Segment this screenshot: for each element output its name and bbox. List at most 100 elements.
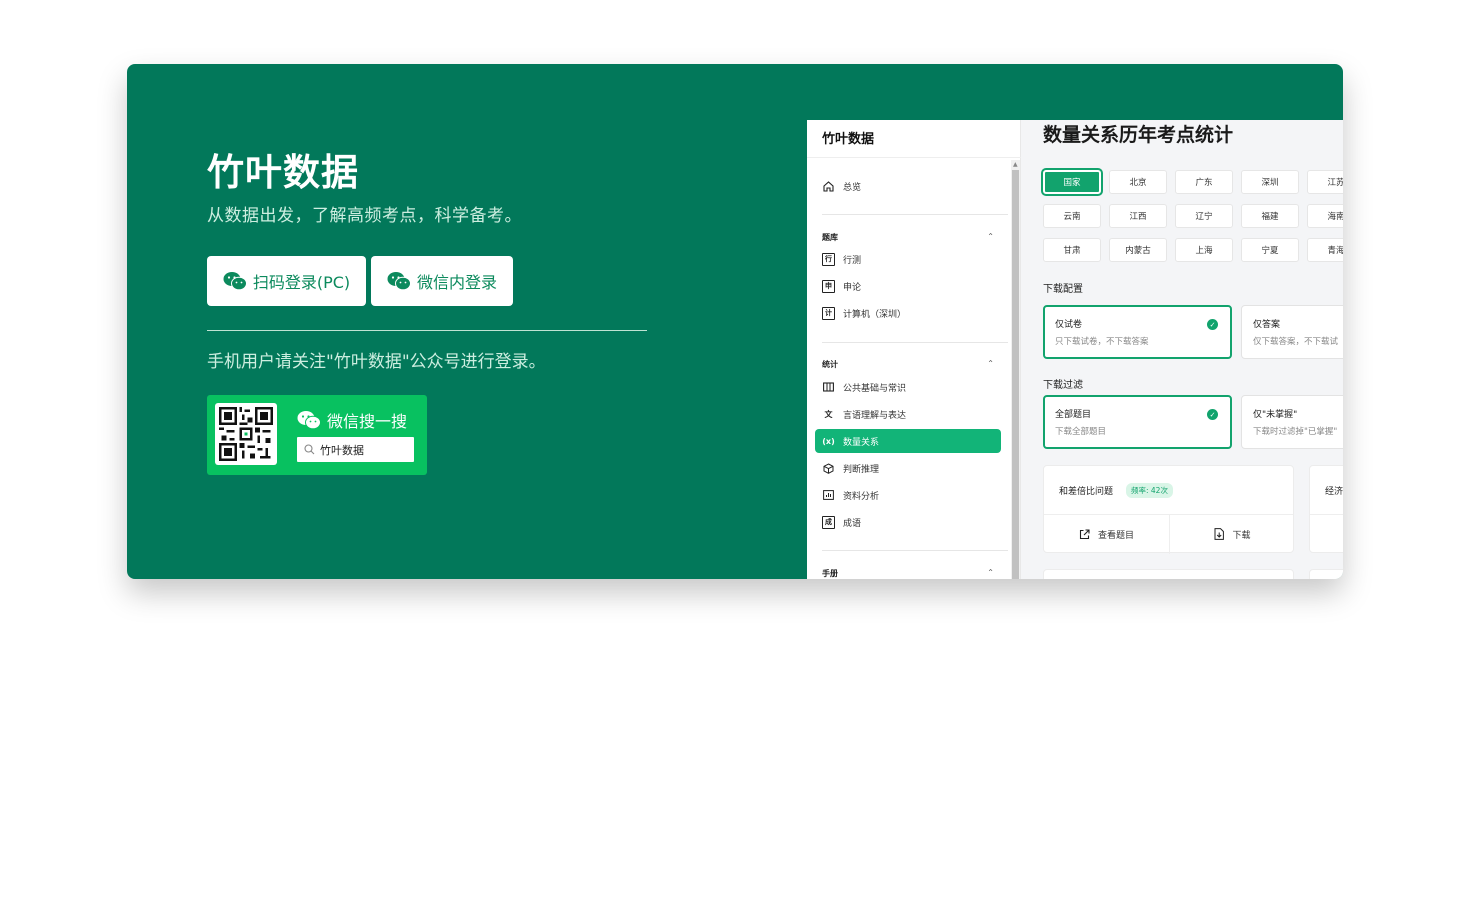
nav-bank-0[interactable]: 行 行测 bbox=[815, 247, 1001, 271]
nav-label: 成语 bbox=[843, 518, 862, 529]
topic-name: 和差倍比问题 bbox=[1059, 487, 1114, 497]
wechat-search-title: 微信搜一搜 bbox=[297, 408, 407, 432]
preview-sidebar: 竹叶数据 ▲ 总览 题库 ⌃ 行 行测 申 申论 计 计算机（深圳） 统计 ⌃ … bbox=[807, 120, 1021, 579]
wechat-search-query: 竹叶数据 bbox=[320, 443, 364, 457]
check-icon: ✓ bbox=[1207, 409, 1218, 420]
section-label: 手册 bbox=[822, 569, 838, 578]
region-chip[interactable]: 海南 bbox=[1307, 204, 1343, 228]
wechat-login-button[interactable]: 微信内登录 bbox=[371, 256, 513, 306]
nav-stats-1[interactable]: 文 言语理解与表达 bbox=[815, 402, 1001, 426]
external-link-icon bbox=[1079, 528, 1090, 539]
scroll-up-icon: ▲ bbox=[1013, 161, 1018, 168]
nav-label: 计算机（深圳） bbox=[843, 309, 907, 320]
download-config-label: 下载配置 bbox=[1043, 284, 1083, 295]
wechat-search-card: 微信搜一搜 竹叶数据 bbox=[207, 395, 427, 475]
scrollbar-thumb[interactable] bbox=[1012, 170, 1019, 579]
chevron-up-icon: ⌃ bbox=[987, 232, 994, 241]
option-desc: 下载时过滤掉"已掌握" bbox=[1253, 427, 1338, 437]
download-file-icon bbox=[1214, 528, 1225, 540]
region-chip[interactable]: 国家 bbox=[1043, 170, 1101, 194]
divider bbox=[822, 342, 1008, 343]
divider bbox=[822, 550, 1008, 551]
section-label: 统计 bbox=[822, 360, 838, 369]
divider bbox=[822, 214, 1008, 215]
translate-icon: 文 bbox=[824, 409, 833, 419]
nav-bank-1[interactable]: 申 申论 bbox=[815, 274, 1001, 298]
config-option-paper[interactable]: 仅试卷 只下载试卷，不下载答案 ✓ bbox=[1043, 305, 1232, 359]
nav-label: 判断推理 bbox=[843, 464, 880, 475]
nav-label: 数量关系 bbox=[843, 437, 880, 448]
columns-icon bbox=[822, 381, 835, 394]
home-icon bbox=[822, 180, 835, 193]
topic-card bbox=[1043, 569, 1294, 579]
cube-icon bbox=[822, 462, 835, 475]
nav-stats-3[interactable]: 判断推理 bbox=[815, 456, 1001, 480]
region-chip[interactable]: 福建 bbox=[1241, 204, 1299, 228]
filter-option-all[interactable]: 全部题目 下载全部题目 ✓ bbox=[1043, 395, 1232, 449]
section-bank[interactable]: 题库 ⌃ bbox=[822, 232, 994, 243]
sidebar-scrollbar[interactable]: ▲ bbox=[1011, 160, 1020, 579]
nav-bank-2[interactable]: 计 计算机（深圳） bbox=[815, 301, 1001, 325]
option-title: 仅试卷 bbox=[1055, 320, 1083, 330]
option-desc: 只下载试卷，不下载答案 bbox=[1055, 337, 1149, 347]
nav-label: 总览 bbox=[843, 182, 862, 193]
idiom-icon: 成 bbox=[822, 515, 835, 529]
nav-stats-0[interactable]: 公共基础与常识 bbox=[815, 375, 1001, 399]
nav-stats-2[interactable]: (x) 数量关系 bbox=[815, 429, 1001, 453]
qr-code bbox=[215, 403, 277, 465]
download-button[interactable]: 下载 bbox=[1170, 514, 1295, 554]
check-icon: ✓ bbox=[1207, 319, 1218, 330]
nav-stats-4[interactable]: 资料分析 bbox=[815, 483, 1001, 507]
preview-logo: 竹叶数据 bbox=[822, 132, 875, 147]
nav-overview[interactable]: 总览 bbox=[815, 174, 1001, 198]
divider bbox=[207, 330, 647, 331]
scan-login-button[interactable]: 扫码登录(PC) bbox=[207, 256, 366, 306]
wechat-icon bbox=[387, 272, 411, 291]
option-title: 全部题目 bbox=[1055, 410, 1092, 420]
option-title: 仅答案 bbox=[1253, 320, 1281, 330]
nav-label: 言语理解与表达 bbox=[843, 410, 907, 421]
bank-icon: 申 bbox=[822, 279, 835, 293]
region-chip[interactable]: 青海 bbox=[1307, 238, 1343, 262]
region-chip[interactable]: 甘肃 bbox=[1043, 238, 1101, 262]
region-chip[interactable]: 深圳 bbox=[1241, 170, 1299, 194]
variable-icon: (x) bbox=[822, 436, 835, 446]
bank-icon: 计 bbox=[822, 306, 835, 320]
nav-label: 公共基础与常识 bbox=[843, 383, 907, 394]
region-chip[interactable]: 江西 bbox=[1109, 204, 1167, 228]
region-chip[interactable]: 云南 bbox=[1043, 204, 1101, 228]
chevron-up-icon: ⌃ bbox=[987, 359, 994, 368]
region-chip[interactable]: 江苏 bbox=[1307, 170, 1343, 194]
region-chip[interactable]: 内蒙古 bbox=[1109, 238, 1167, 262]
nav-label: 行测 bbox=[843, 255, 862, 266]
bank-icon: 行 bbox=[822, 252, 835, 266]
region-chip[interactable]: 北京 bbox=[1109, 170, 1167, 194]
region-chip[interactable]: 上海 bbox=[1175, 238, 1233, 262]
option-desc: 下载全部题目 bbox=[1055, 427, 1107, 437]
nav-label: 资料分析 bbox=[843, 491, 880, 502]
section-stats[interactable]: 统计 ⌃ bbox=[822, 359, 994, 370]
wechat-search-box: 竹叶数据 bbox=[297, 437, 414, 462]
filter-option-unmastered[interactable]: 仅"未掌握" 下载时过滤掉"已掌握" bbox=[1241, 395, 1343, 449]
view-questions-button[interactable]: 查看题目 bbox=[1044, 514, 1169, 554]
search-icon bbox=[304, 444, 315, 455]
topic-card: 和差倍比问题 频率: 42次 查看题目 下载 bbox=[1043, 465, 1295, 554]
option-title: 仅"未掌握" bbox=[1253, 410, 1298, 420]
region-chip[interactable]: 广东 bbox=[1175, 170, 1233, 194]
config-option-answer[interactable]: 仅答案 仅下载答案，不下载试 bbox=[1241, 305, 1343, 359]
nav-stats-5[interactable]: 成 成语 bbox=[815, 510, 1001, 534]
divider bbox=[807, 157, 1021, 158]
download-label: 下载 bbox=[1232, 530, 1251, 541]
region-chip[interactable]: 辽宁 bbox=[1175, 204, 1233, 228]
region-chip[interactable]: 宁夏 bbox=[1241, 238, 1299, 262]
mobile-tip: 手机用户请关注"竹叶数据"公众号进行登录。 bbox=[207, 352, 546, 372]
section-manual[interactable]: 手册 ⌃ bbox=[822, 568, 994, 579]
section-label: 题库 bbox=[822, 233, 838, 242]
wechat-search-label: 微信搜一搜 bbox=[327, 412, 408, 431]
frequency-badge: 频率: 42次 bbox=[1126, 483, 1173, 498]
view-questions-label: 查看题目 bbox=[1097, 530, 1134, 541]
nav-label: 申论 bbox=[843, 282, 862, 293]
app-preview: 竹叶数据 ▲ 总览 题库 ⌃ 行 行测 申 申论 计 计算机（深圳） 统计 ⌃ … bbox=[807, 120, 1343, 579]
topic-card bbox=[1309, 569, 1343, 579]
option-desc: 仅下载答案，不下载试 bbox=[1253, 337, 1339, 347]
